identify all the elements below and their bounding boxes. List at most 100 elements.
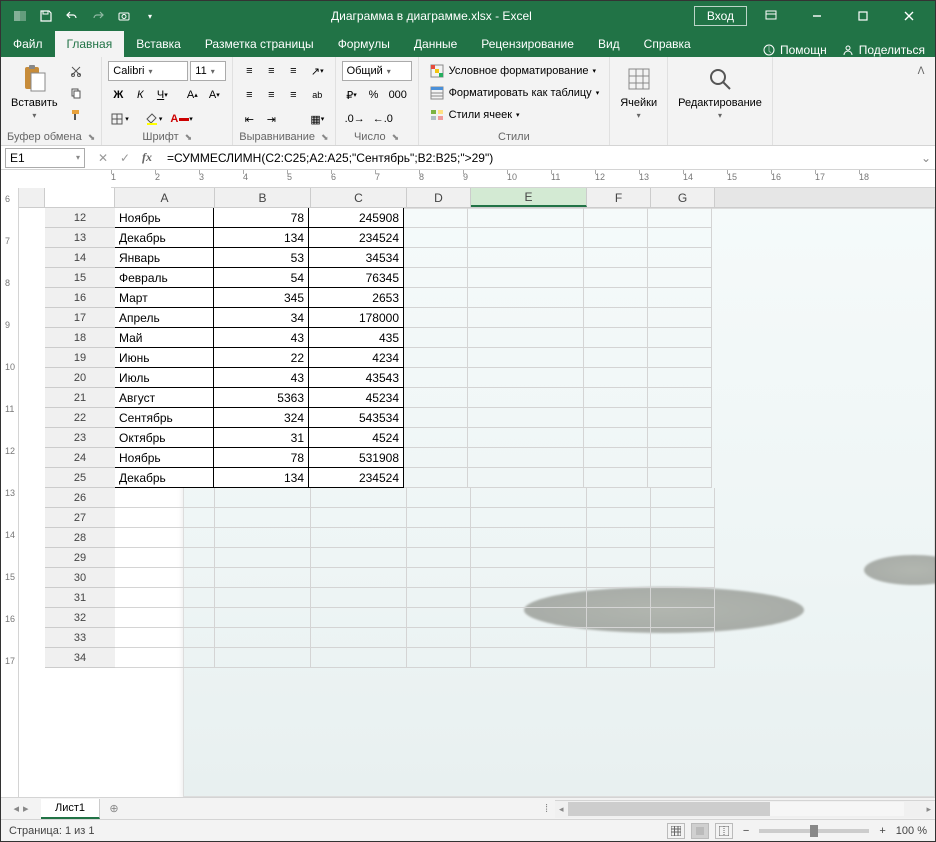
cells-button[interactable]: Ячейки ▾ (616, 61, 661, 122)
cell-F17[interactable] (584, 308, 648, 328)
cell-G32[interactable] (651, 608, 715, 628)
cell-D16[interactable] (404, 288, 468, 308)
ribbon-tab-разметка страницы[interactable]: Разметка страницы (193, 31, 326, 57)
cell-E25[interactable] (468, 468, 584, 488)
cell-E17[interactable] (468, 308, 584, 328)
cell-B18[interactable]: 43 (213, 327, 309, 348)
cell-E20[interactable] (468, 368, 584, 388)
font-size-combo[interactable]: 11▾ (190, 61, 226, 81)
col-header-A[interactable]: A (115, 188, 215, 207)
row-header-22[interactable]: 22 (45, 408, 115, 428)
col-header-G[interactable]: G (651, 188, 715, 207)
percent-icon[interactable]: % (364, 85, 384, 105)
cell-E26[interactable] (471, 488, 587, 508)
cell-F33[interactable] (587, 628, 651, 648)
cell-B29[interactable] (215, 548, 311, 568)
conditional-formatting-button[interactable]: Условное форматирование▾ (425, 61, 604, 81)
cell-G31[interactable] (651, 588, 715, 608)
cell-E34[interactable] (471, 648, 587, 668)
cell-G22[interactable] (648, 408, 712, 428)
cell-G13[interactable] (648, 228, 712, 248)
cell-E14[interactable] (468, 248, 584, 268)
cell-A30[interactable] (115, 568, 215, 588)
cell-F26[interactable] (587, 488, 651, 508)
zoom-out-icon[interactable]: − (743, 825, 749, 837)
row-header-24[interactable]: 24 (45, 448, 115, 468)
borders-icon[interactable]: ▾ (108, 109, 132, 129)
cell-C19[interactable]: 4234 (308, 347, 404, 368)
cell-C13[interactable]: 234524 (308, 227, 404, 248)
cell-E27[interactable] (471, 508, 587, 528)
cell-F32[interactable] (587, 608, 651, 628)
cell-F23[interactable] (584, 428, 648, 448)
cell-C21[interactable]: 45234 (308, 387, 404, 408)
cell-B16[interactable]: 345 (213, 287, 309, 308)
horizontal-scrollbar[interactable]: ◂ ▸ (555, 800, 935, 818)
number-launcher-icon[interactable]: ⬊ (392, 132, 400, 143)
cell-G23[interactable] (648, 428, 712, 448)
cell-G33[interactable] (651, 628, 715, 648)
cell-D26[interactable] (407, 488, 471, 508)
cell-F16[interactable] (584, 288, 648, 308)
cell-F30[interactable] (587, 568, 651, 588)
cell-C12[interactable]: 245908 (308, 208, 404, 228)
normal-view-icon[interactable] (667, 823, 685, 839)
row-header-16[interactable]: 16 (45, 288, 115, 308)
increase-font-icon[interactable]: A▴ (182, 85, 202, 105)
cell-B21[interactable]: 5363 (213, 387, 309, 408)
login-button[interactable]: Вход (694, 6, 747, 26)
cell-B32[interactable] (215, 608, 311, 628)
cell-D28[interactable] (407, 528, 471, 548)
sheet-nav[interactable]: ◂▸ (1, 802, 41, 815)
cell-A32[interactable] (115, 608, 215, 628)
cell-F29[interactable] (587, 548, 651, 568)
cell-C18[interactable]: 435 (308, 327, 404, 348)
cell-B19[interactable]: 22 (213, 347, 309, 368)
cell-A34[interactable] (115, 648, 215, 668)
row-header-21[interactable]: 21 (45, 388, 115, 408)
qat-dropdown-icon[interactable]: ▾ (139, 5, 161, 27)
font-color-icon[interactable]: A▾ (167, 109, 195, 129)
cell-A25[interactable]: Декабрь (115, 467, 214, 488)
cell-F24[interactable] (584, 448, 648, 468)
select-all-corner[interactable] (19, 188, 45, 207)
cell-A14[interactable]: Январь (115, 247, 214, 268)
row-header-13[interactable]: 13 (45, 228, 115, 248)
cell-B28[interactable] (215, 528, 311, 548)
italic-button[interactable]: К (130, 85, 150, 105)
align-left-icon[interactable]: ≡ (239, 85, 259, 105)
cell-F21[interactable] (584, 388, 648, 408)
cell-A13[interactable]: Декабрь (115, 227, 214, 248)
cell-C14[interactable]: 34534 (308, 247, 404, 268)
cell-E22[interactable] (468, 408, 584, 428)
cell-A27[interactable] (115, 508, 215, 528)
cell-A26[interactable] (115, 488, 215, 508)
cell-E16[interactable] (468, 288, 584, 308)
cell-G26[interactable] (651, 488, 715, 508)
cell-C26[interactable] (311, 488, 407, 508)
cell-A17[interactable]: Апрель (115, 307, 214, 328)
collapse-ribbon-icon[interactable]: ᐱ (911, 61, 931, 81)
cell-E31[interactable] (471, 588, 587, 608)
align-middle-icon[interactable]: ≡ (261, 61, 281, 81)
cell-A18[interactable]: Май (115, 327, 214, 348)
cell-F27[interactable] (587, 508, 651, 528)
cell-F34[interactable] (587, 648, 651, 668)
bold-button[interactable]: Ж (108, 85, 128, 105)
decrease-decimal-icon[interactable]: ←.0 (370, 109, 396, 129)
cell-C25[interactable]: 234524 (308, 467, 404, 488)
cell-F20[interactable] (584, 368, 648, 388)
undo-icon[interactable] (61, 5, 83, 27)
cell-C17[interactable]: 178000 (308, 307, 404, 328)
cell-G28[interactable] (651, 528, 715, 548)
ribbon-tab-формулы[interactable]: Формулы (326, 31, 402, 57)
font-name-combo[interactable]: Calibri▾ (108, 61, 188, 81)
increase-decimal-icon[interactable]: .0→ (342, 109, 368, 129)
row-header-32[interactable]: 32 (45, 608, 115, 628)
cell-C33[interactable] (311, 628, 407, 648)
increase-indent-icon[interactable]: ⇥ (261, 109, 281, 129)
cell-B30[interactable] (215, 568, 311, 588)
cell-G25[interactable] (648, 468, 712, 488)
editing-button[interactable]: Редактирование ▾ (674, 61, 766, 122)
cell-A28[interactable] (115, 528, 215, 548)
